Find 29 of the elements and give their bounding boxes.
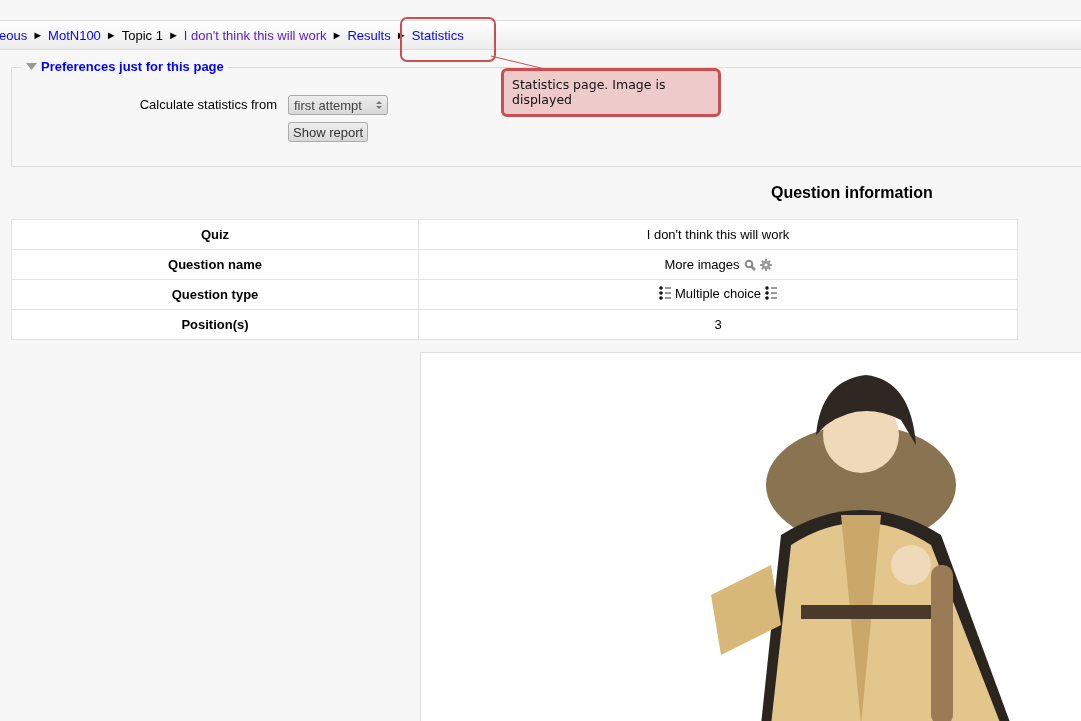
breadcrumb-link[interactable]: MotN100: [48, 27, 101, 43]
field-label: Calculate statistics from: [138, 96, 277, 114]
bullet-list-icon: [659, 286, 671, 301]
table-cell: Question name: [11, 249, 419, 280]
table-cell: Question type: [11, 279, 419, 310]
breadcrumb-link[interactable]: eous: [0, 27, 28, 43]
settings-icon[interactable]: [759, 258, 772, 271]
breadcrumb-link[interactable]: Statistics: [411, 27, 464, 43]
breadcrumb-current: Topic 1: [121, 27, 163, 43]
breadcrumb-separator: ►: [105, 29, 117, 41]
spinner-arrows-icon: [375, 100, 382, 110]
section-heading: Question information: [771, 184, 934, 203]
breadcrumb-separator: ►: [331, 29, 343, 41]
annotation-note: Statistics page. Image is displayed: [501, 68, 721, 117]
breadcrumb-separator: ►: [32, 29, 44, 41]
attempt-select[interactable]: first attempt: [288, 95, 388, 115]
table-cell: I don't think this will work: [646, 227, 790, 242]
table-cell: More images: [664, 257, 740, 272]
table-cell: Quiz: [11, 219, 419, 250]
table-cell: Multiple choice: [675, 285, 761, 301]
breadcrumb-separator: ►: [167, 29, 179, 41]
search-icon[interactable]: [743, 258, 756, 271]
bullet-list-icon: [765, 286, 777, 301]
breadcrumb-link[interactable]: I don't think this will work: [183, 27, 327, 43]
show-report-button[interactable]: Show report: [288, 122, 369, 142]
table-cell: 3: [714, 317, 722, 332]
table-cell: Position(s): [11, 309, 419, 340]
collapse-triangle-icon[interactable]: [26, 63, 37, 70]
breadcrumb-link[interactable]: Results: [347, 27, 391, 43]
